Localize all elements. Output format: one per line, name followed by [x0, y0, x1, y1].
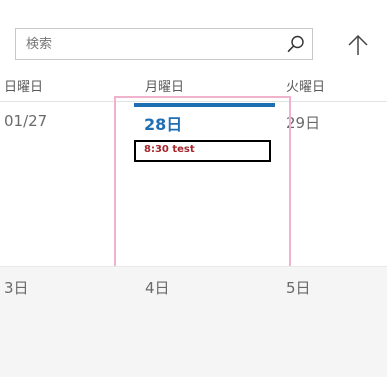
day-header-sunday: 日曜日	[4, 80, 44, 95]
header-divider	[0, 101, 387, 102]
day-header-monday: 月曜日	[145, 80, 185, 95]
day-cell-monday-week1-today[interactable]: 28日	[144, 111, 182, 135]
day-cell-sunday-week1[interactable]: 01/27	[4, 112, 47, 130]
day-cell-sunday-week2[interactable]: 3日	[4, 277, 29, 298]
search-box	[15, 28, 313, 60]
selection-frame	[114, 96, 291, 274]
day-cell-tuesday-week1[interactable]: 29日	[286, 112, 320, 133]
today-indicator	[134, 103, 275, 107]
week-row-2: 3日 4日 5日	[0, 266, 387, 377]
event-label: 8:30 test	[144, 144, 195, 155]
search-icon[interactable]	[286, 34, 306, 54]
day-header-tuesday: 火曜日	[286, 80, 326, 95]
day-cell-tuesday-week2[interactable]: 5日	[286, 277, 311, 298]
search-input[interactable]	[26, 29, 281, 59]
event-chip[interactable]: 8:30 test	[134, 140, 271, 162]
calendar-app: 日曜日 月曜日 火曜日 01/27 28日 29日 8:30 test 3日 4…	[0, 0, 387, 377]
up-arrow-icon[interactable]	[346, 33, 370, 57]
day-cell-monday-week2[interactable]: 4日	[145, 277, 170, 298]
